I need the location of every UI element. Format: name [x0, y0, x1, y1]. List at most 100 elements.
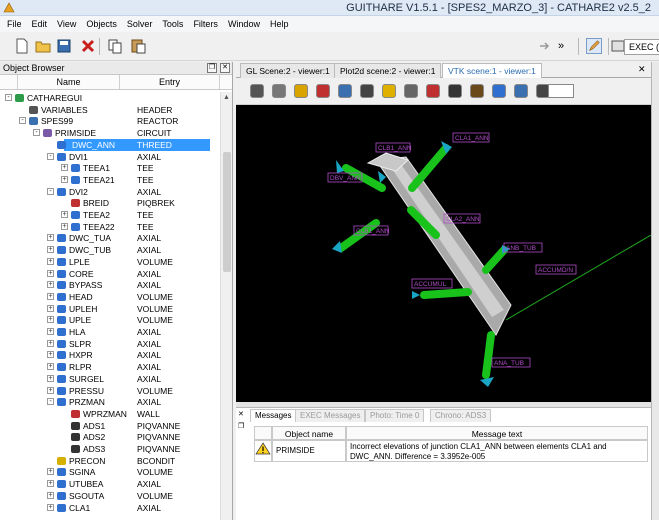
- tree-row[interactable]: DWC_ANN THREED: [0, 138, 220, 151]
- exec-field[interactable]: EXEC (FC: [624, 39, 659, 55]
- tree-row[interactable]: + DWC_TUB AXIAL: [0, 244, 220, 256]
- menu-view[interactable]: View: [52, 19, 81, 29]
- tree-row[interactable]: + SGOUTA VOLUME: [0, 490, 220, 502]
- collapse-icon[interactable]: -: [47, 398, 54, 406]
- junction-label[interactable]: DBV_ANN: [327, 172, 363, 183]
- menu-solver[interactable]: Solver: [122, 19, 158, 29]
- expand-icon[interactable]: +: [47, 503, 54, 511]
- tree-row[interactable]: + BYPASS AXIAL: [0, 279, 220, 291]
- close-panel-icon[interactable]: ✕: [238, 410, 244, 418]
- tab-messages[interactable]: Messages: [250, 409, 297, 422]
- expand-icon[interactable]: +: [47, 374, 54, 382]
- tree-row[interactable]: - DVI2 AXIAL: [0, 186, 220, 198]
- junction-label[interactable]: ACCUMD/N: [535, 264, 577, 275]
- tree-row[interactable]: - PRZMAN AXIAL: [0, 396, 220, 408]
- pan-icon[interactable]: [272, 84, 286, 98]
- expand-icon[interactable]: +: [47, 468, 54, 476]
- menu-objects[interactable]: Objects: [81, 19, 122, 29]
- collapse-icon[interactable]: -: [5, 94, 12, 101]
- tree-row[interactable]: - PRIMSIDE CIRCUIT: [0, 127, 220, 139]
- expand-icon[interactable]: +: [47, 363, 54, 371]
- message-text-header[interactable]: Message text: [346, 426, 648, 440]
- tree-row[interactable]: + UPLE VOLUME: [0, 314, 220, 326]
- zoom-icon[interactable]: [294, 84, 308, 98]
- tree-row[interactable]: ADS1 PIQVANNE: [0, 420, 220, 432]
- junction-label[interactable]: CLA2_ANN: [443, 213, 481, 224]
- close-tab-icon[interactable]: ✕: [638, 64, 646, 75]
- column-entry-header[interactable]: Entry: [120, 75, 220, 89]
- tree-row[interactable]: + DWC_TUA AXIAL: [0, 232, 220, 244]
- expand-icon[interactable]: +: [47, 292, 54, 300]
- scaling-icon[interactable]: [514, 84, 528, 98]
- tree-row[interactable]: + HEAD VOLUME: [0, 291, 220, 303]
- tree-row[interactable]: + HXPR AXIAL: [0, 349, 220, 361]
- tab-vtk-scene[interactable]: VTK scene:1 - viewer:1: [442, 63, 542, 78]
- open-folder-icon[interactable]: [35, 38, 51, 54]
- collapse-icon[interactable]: -: [19, 117, 26, 125]
- float-panel-icon[interactable]: ❐: [238, 422, 244, 430]
- tree-row[interactable]: + TEEA1 TEE: [0, 162, 220, 174]
- expand-icon[interactable]: +: [47, 304, 54, 312]
- tree-row[interactable]: + SURGEL AXIAL: [0, 373, 220, 385]
- expand-icon[interactable]: +: [47, 269, 54, 277]
- tree-row[interactable]: - CATHAREGUI: [0, 92, 220, 104]
- junction-label[interactable]: ACCUMUL: [411, 278, 453, 289]
- expand-icon[interactable]: +: [61, 222, 68, 230]
- message-text-cell[interactable]: Incorrect elevations of junction CLA1_AN…: [346, 440, 648, 462]
- expand-icon[interactable]: +: [47, 351, 54, 359]
- expand-icon[interactable]: +: [47, 491, 54, 499]
- expand-icon[interactable]: +: [47, 246, 54, 254]
- scene-svg[interactable]: CLA1_ANN CLB1_ANN DBV_ANN CLA2_ANN CLB1_…: [236, 105, 652, 402]
- tree-row[interactable]: + SLPR AXIAL: [0, 338, 220, 350]
- top-view-icon[interactable]: [448, 84, 462, 98]
- expand-icon[interactable]: +: [61, 211, 68, 218]
- arrow-icon[interactable]: [536, 38, 552, 54]
- close-panel-button[interactable]: ✕: [220, 63, 230, 73]
- expand-icon[interactable]: +: [47, 480, 54, 488]
- junction-label[interactable]: ANA_TUB: [491, 357, 531, 368]
- tree-row[interactable]: ADS3 PIQVANNE: [0, 443, 220, 455]
- object-name-header[interactable]: Object name: [272, 426, 346, 440]
- menu-help[interactable]: Help: [265, 19, 294, 29]
- fit-all-icon[interactable]: [360, 84, 374, 98]
- front-view-icon[interactable]: [404, 84, 418, 98]
- rotate-icon[interactable]: [316, 84, 330, 98]
- tree-row[interactable]: + LPLE VOLUME: [0, 256, 220, 268]
- tab-gl-scene[interactable]: GL Scene:2 - viewer:1: [240, 63, 336, 78]
- tree-row[interactable]: - SPES99 REACTOR: [0, 115, 220, 127]
- junction-label[interactable]: CLB1_ANN: [353, 225, 390, 236]
- scrollbar-thumb[interactable]: [223, 152, 231, 272]
- junction-label[interactable]: CLB1_ANN: [375, 142, 412, 153]
- expand-icon[interactable]: +: [47, 234, 54, 242]
- menu-window[interactable]: Window: [223, 19, 265, 29]
- expand-icon[interactable]: +: [47, 328, 54, 335]
- vtk-viewport[interactable]: CLA1_ANN CLB1_ANN DBV_ANN CLA2_ANN CLB1_…: [236, 105, 652, 402]
- save-icon[interactable]: [56, 38, 72, 54]
- expand-icon[interactable]: +: [47, 257, 54, 265]
- fit-area-icon[interactable]: [382, 84, 396, 98]
- tree-row[interactable]: WPRZMAN WALL: [0, 408, 220, 420]
- junction-label[interactable]: ANB_TUB: [503, 242, 543, 253]
- tree-row[interactable]: + UPLEH VOLUME: [0, 303, 220, 315]
- chevron-double-right-icon[interactable]: »: [558, 40, 574, 56]
- tab-photo[interactable]: Photo: Time 0: [365, 409, 425, 422]
- new-file-icon[interactable]: [14, 38, 30, 54]
- tree-row[interactable]: + SGINA VOLUME: [0, 466, 220, 478]
- camera-icon[interactable]: [470, 84, 484, 98]
- tree-row[interactable]: + TEEA21 TEE: [0, 174, 220, 186]
- message-object-cell[interactable]: PRIMSIDE: [272, 440, 346, 462]
- tree-row[interactable]: VARIABLES HEADER: [0, 104, 220, 116]
- tree-row[interactable]: + CLA1 AXIAL: [0, 502, 220, 514]
- reset-icon[interactable]: [492, 84, 506, 98]
- tree-row[interactable]: + TEEA2 TEE: [0, 209, 220, 221]
- junction-label[interactable]: CLA1_ANN: [452, 132, 490, 143]
- expand-icon[interactable]: +: [61, 164, 68, 172]
- back-view-icon[interactable]: [426, 84, 440, 98]
- expand-icon[interactable]: +: [47, 281, 54, 289]
- tree-row[interactable]: + RLPR AXIAL: [0, 361, 220, 373]
- global-pan-icon[interactable]: [338, 84, 352, 98]
- paste-icon[interactable]: [130, 38, 146, 54]
- dump-view-icon[interactable]: [250, 84, 264, 98]
- edit-icon[interactable]: [586, 38, 602, 54]
- collapse-icon[interactable]: -: [47, 152, 54, 160]
